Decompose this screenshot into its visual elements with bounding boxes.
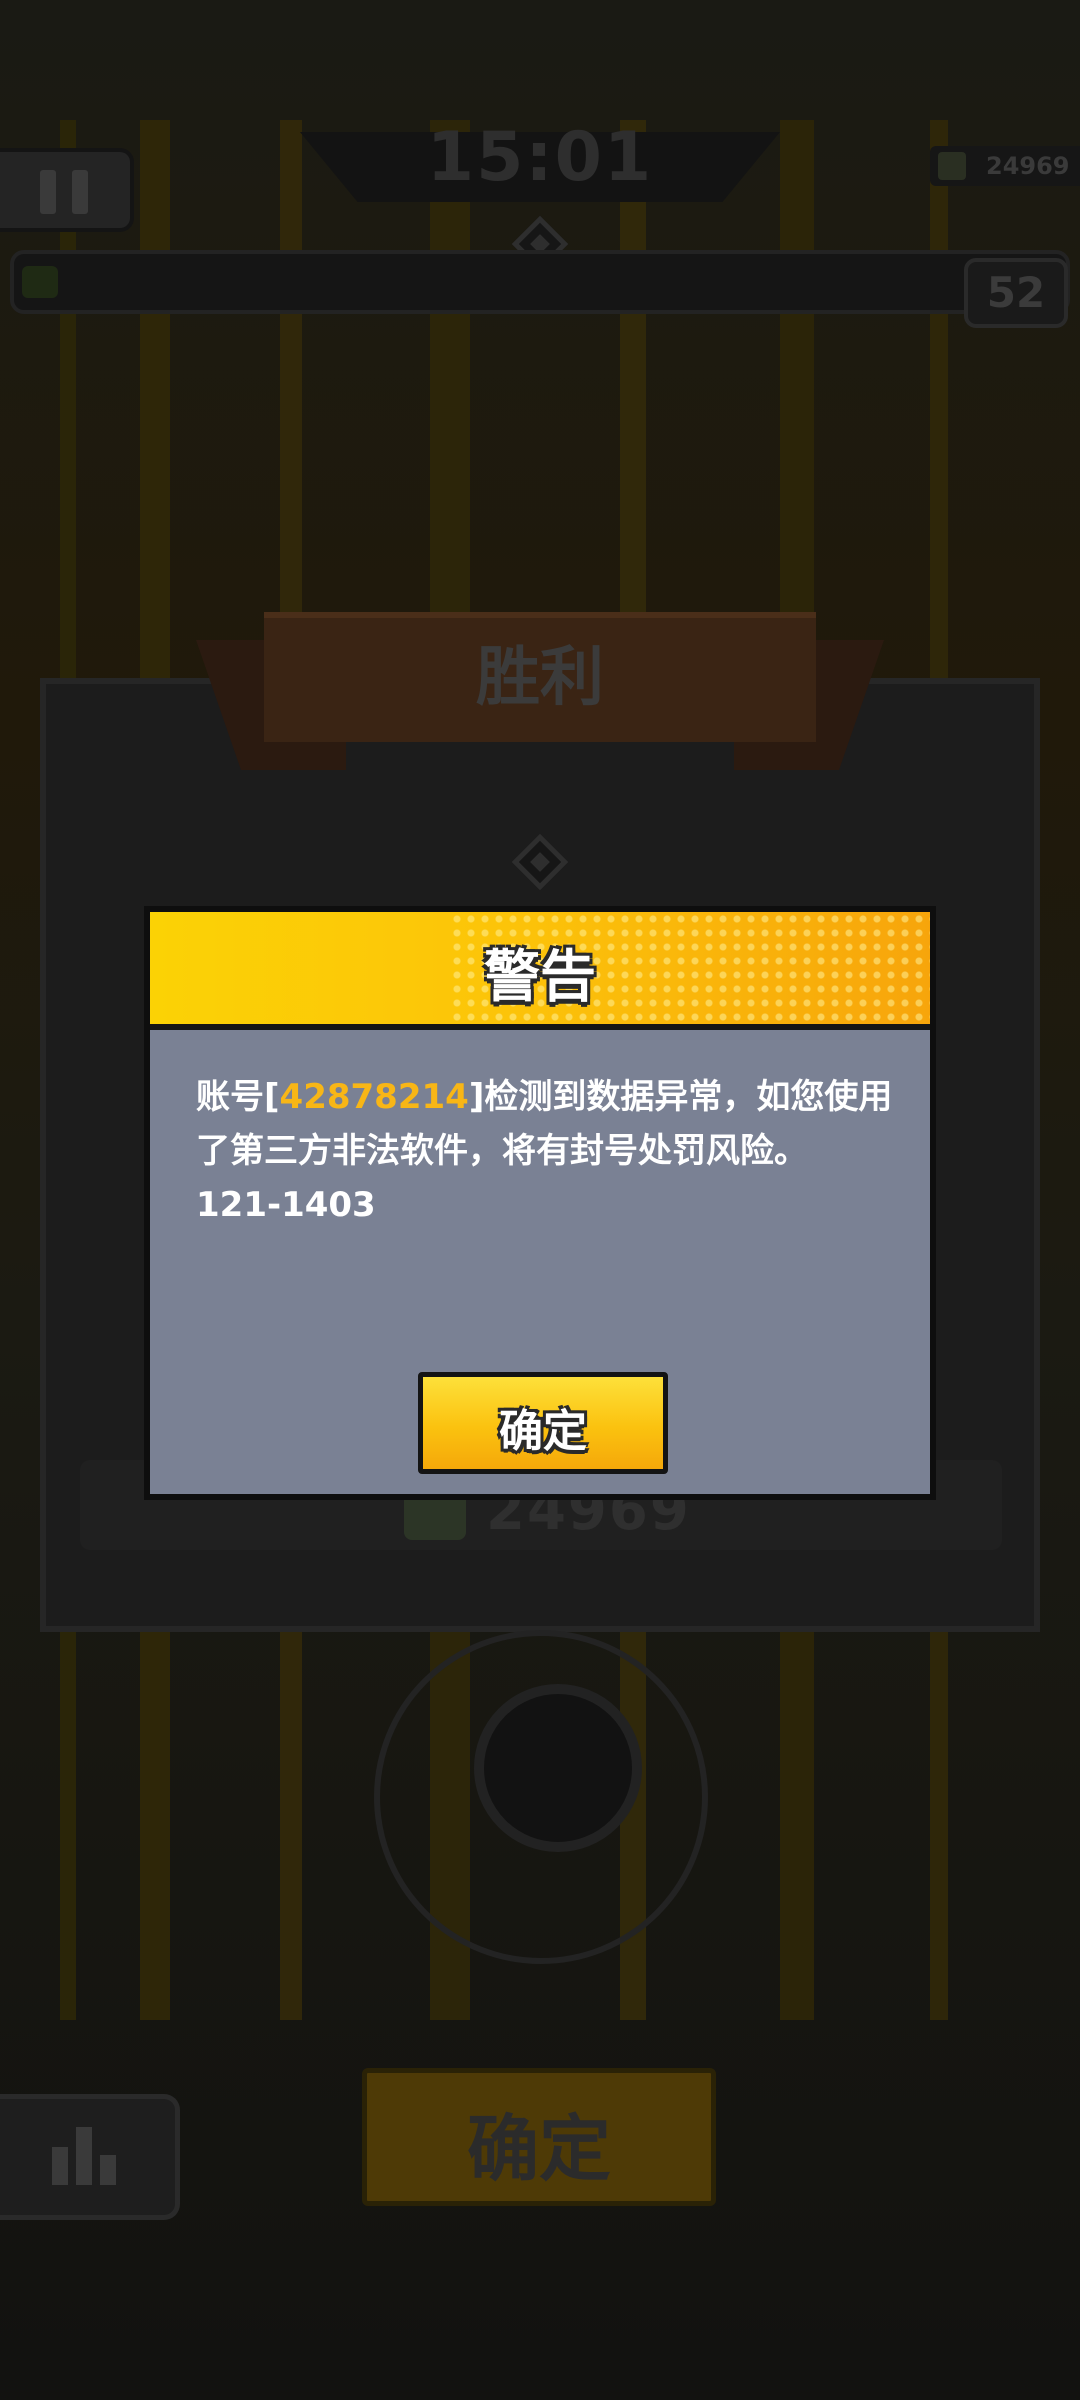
victory-title: 胜利 xyxy=(476,641,604,715)
victory-confirm-label: 确定 xyxy=(466,2107,611,2191)
bar-chart-icon xyxy=(100,2155,116,2185)
level-badge: 52 xyxy=(964,258,1068,328)
joystick-knob xyxy=(474,1684,642,1852)
bar-chart-icon xyxy=(76,2127,92,2185)
account-id: 42878214 xyxy=(279,1077,469,1117)
dialog-title: 警告 xyxy=(484,945,596,1010)
dialog-message: 账号[42878214]检测到数据异常，如您使用了第三方非法软件，将有封号处罚风… xyxy=(196,1070,896,1232)
confirm-button[interactable]: 确定 xyxy=(418,1372,668,1474)
warning-dialog: 警告 账号[42878214]检测到数据异常，如您使用了第三方非法软件，将有封号… xyxy=(144,906,936,1500)
coin-count: 24969 xyxy=(986,152,1070,180)
skull-coin-icon xyxy=(938,152,966,180)
message-prefix: 账号[ xyxy=(196,1077,280,1117)
game-timer: 15:01 xyxy=(426,118,654,197)
stats-button[interactable] xyxy=(0,2094,180,2220)
experience-fill xyxy=(22,266,58,298)
dialog-header: 警告 xyxy=(150,912,930,1030)
confirm-button-label: 确定 xyxy=(499,1406,587,1457)
coin-counter: 24969 xyxy=(930,146,1080,186)
experience-bar xyxy=(10,250,1070,314)
bar-chart-icon xyxy=(52,2147,68,2185)
error-code: 121-1403 xyxy=(196,1185,376,1225)
